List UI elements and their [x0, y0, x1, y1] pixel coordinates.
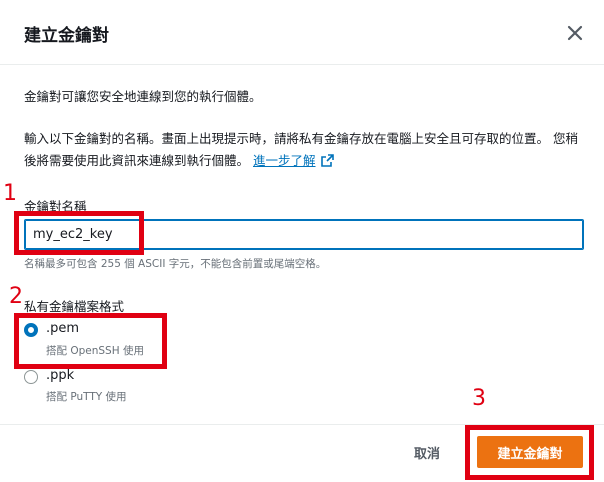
annotation-number-1: 1 — [3, 181, 17, 206]
cancel-button[interactable]: 取消 — [398, 436, 456, 468]
key-pair-name-hint: 名稱最多可包含 255 個 ASCII 字元，不能包含前置或尾端空格。 — [24, 258, 327, 270]
annotation-box-2 — [14, 313, 167, 369]
annotation-box-3 — [465, 425, 594, 480]
radio-ppk[interactable] — [24, 370, 38, 384]
instructions-text: 輸入以下金鑰對的名稱。畫面上出現提示時，請將私有金鑰存放在電腦上安全且可存取的位… — [24, 128, 584, 172]
intro-text: 金鑰對可讓您安全地連線到您的執行個體。 — [24, 89, 262, 104]
learn-more-link[interactable]: 進一步了解 — [253, 153, 316, 168]
dialog-title: 建立金鑰對 — [24, 26, 109, 46]
option-ppk-label: .ppk — [46, 368, 75, 383]
annotation-number-3: 3 — [472, 386, 486, 411]
external-link-icon[interactable] — [320, 152, 334, 167]
close-icon[interactable] — [564, 22, 586, 44]
annotation-number-2: 2 — [9, 284, 23, 309]
annotation-box-1 — [14, 211, 144, 255]
option-ppk-desc: 搭配 PuTTY 使用 — [46, 391, 127, 403]
dialog-header: 建立金鑰對 — [0, 0, 604, 65]
create-key-pair-dialog: 建立金鑰對 金鑰對可讓您安全地連線到您的執行個體。 輸入以下金鑰對的名稱。畫面上… — [0, 0, 604, 481]
